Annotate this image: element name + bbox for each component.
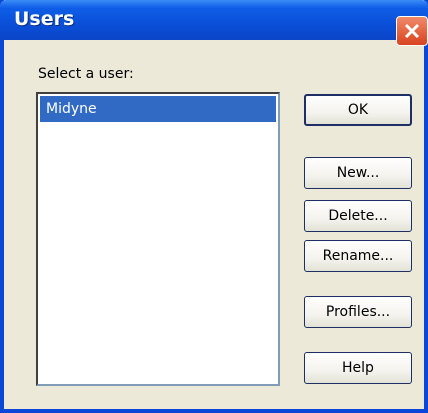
close-icon <box>404 23 420 39</box>
delete-button[interactable]: Delete... <box>304 200 412 232</box>
list-item-midyne[interactable]: Midyne <box>40 96 276 122</box>
users-listbox[interactable]: Midyne <box>36 92 280 386</box>
help-button[interactable]: Help <box>304 352 412 384</box>
new-button[interactable]: New... <box>304 157 412 189</box>
ok-button[interactable]: OK <box>304 94 412 126</box>
close-button[interactable] <box>396 16 428 46</box>
title-bar[interactable]: Users <box>0 0 428 40</box>
rename-button[interactable]: Rename... <box>304 240 412 272</box>
profiles-button[interactable]: Profiles... <box>304 296 412 328</box>
window-title: Users <box>14 8 75 30</box>
select-user-label: Select a user: <box>38 66 134 82</box>
